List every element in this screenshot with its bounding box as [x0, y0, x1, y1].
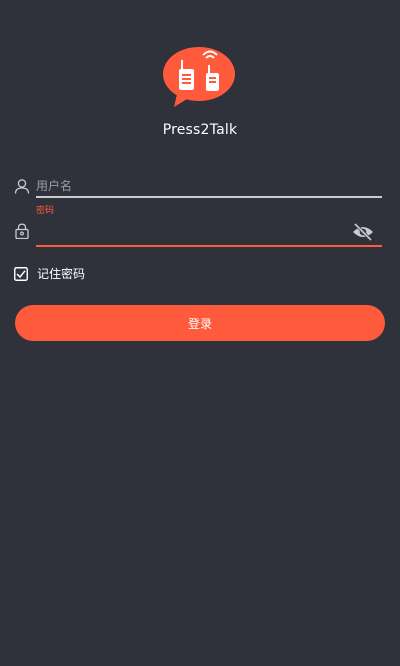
- checkbox-checked-icon[interactable]: [14, 266, 28, 281]
- walkie-talkie-chat-bubble-icon: [162, 46, 238, 108]
- login-button[interactable]: 登录: [15, 305, 385, 341]
- password-input[interactable]: [36, 219, 382, 243]
- username-underline: [36, 196, 382, 198]
- lock-icon: [14, 223, 30, 240]
- username-input[interactable]: [36, 174, 382, 198]
- user-icon: [14, 178, 30, 194]
- app-name: Press2Talk: [162, 122, 238, 138]
- remember-password-label: 记住密码: [37, 266, 86, 281]
- remember-password-row[interactable]: 记住密码: [14, 264, 85, 282]
- username-field-group: [14, 174, 382, 204]
- eye-off-icon[interactable]: [352, 222, 374, 242]
- password-underline: [36, 245, 382, 247]
- login-screen: Press2Talk 密码: [0, 0, 400, 666]
- password-label: 密码: [36, 206, 55, 216]
- password-field-group: 密码: [14, 203, 382, 249]
